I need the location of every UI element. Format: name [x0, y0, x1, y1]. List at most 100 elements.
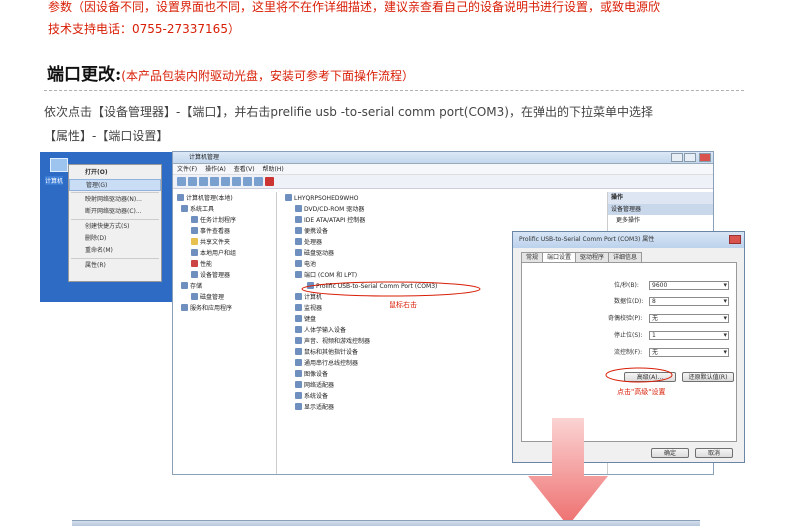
bits-per-second-select[interactable]: 9600 [649, 281, 729, 290]
action-device-manager[interactable]: 设备管理器 [608, 204, 713, 215]
disk-icon [191, 293, 198, 300]
tree-item[interactable]: 显示适配器 [295, 403, 334, 413]
monitor-icon [295, 304, 302, 311]
dialog-close-button[interactable] [729, 235, 741, 244]
ctx-separator [71, 219, 159, 220]
right-click-annotation: 鼠标右击 [389, 301, 417, 309]
tree-item[interactable]: 共享文件夹 [191, 238, 230, 248]
processor-icon [295, 238, 302, 245]
tree-item[interactable]: 便携设备 [295, 227, 328, 237]
flow-control-select[interactable]: 无 [649, 348, 729, 357]
menu-view[interactable]: 查看(V) [234, 166, 255, 173]
stop-bits-select[interactable]: 1 [649, 331, 729, 340]
maximize-button[interactable] [684, 153, 696, 162]
menu-action[interactable]: 操作(A) [205, 166, 226, 173]
tree-item[interactable]: 键盘 [295, 315, 316, 325]
data-bits-select[interactable]: 8 [649, 297, 729, 306]
console-tree: 计算机管理(本地) 系统工具 任务计划程序 事件查看器 共享文件夹 本地用户和组… [173, 192, 277, 474]
tree-item[interactable]: 性能 [191, 260, 212, 270]
tree-item[interactable]: 系统工具 [181, 205, 214, 215]
tree-item[interactable]: 处理器 [295, 238, 322, 248]
scan-hardware-icon[interactable] [243, 177, 252, 186]
computer-icon [285, 194, 292, 201]
stop-bits-label: 停止位(S): [614, 332, 643, 339]
tree-item[interactable]: 图像设备 [295, 370, 328, 380]
tree-item[interactable]: 服务和应用程序 [181, 304, 232, 314]
ctx-map-drive[interactable]: 映射网络驱动器(N)... [69, 194, 161, 206]
note-line-2: 技术支持电话：0755-27337165） [48, 22, 240, 36]
ctx-properties[interactable]: 属性(R) [69, 260, 161, 272]
tree-item[interactable]: 人体学输入设备 [295, 326, 346, 336]
tree-item[interactable]: 监视器 [295, 304, 322, 314]
ctx-create-shortcut[interactable]: 创建快捷方式(S) [69, 221, 161, 233]
port-settings-panel: 位/秒(B): 9600 数据位(D): 8 奇偶校验(P): 无 停止位(S)… [521, 262, 737, 442]
highlight-ellipse-com3 [301, 281, 481, 297]
ctx-manage[interactable]: 管理(G) [69, 179, 161, 191]
tree-item[interactable]: 设备管理器 [191, 271, 230, 281]
section-subtitle: (本产品包装内附驱动光盘，安装可参考下面操作流程） [121, 69, 414, 83]
actions-title: 操作 [608, 192, 713, 204]
tree-item[interactable]: 通用串行总线控制器 [295, 359, 358, 369]
tree-item[interactable]: 事件查看器 [191, 227, 230, 237]
tab-general[interactable]: 常规 [521, 252, 544, 262]
ctx-open[interactable]: 打开(O) [69, 167, 161, 179]
ctx-rename[interactable]: 重命名(M) [69, 245, 161, 257]
tree-item[interactable]: 鼠标和其他指针设备 [295, 348, 358, 358]
tree-item[interactable]: LHYQRPSOHED9WHO [285, 194, 358, 204]
advanced-annotation: 点击"高级"设置 [617, 388, 666, 396]
properties-icon[interactable] [221, 177, 230, 186]
next-screenshot-edge [72, 520, 700, 526]
update-driver-icon[interactable] [254, 177, 263, 186]
computer-icon-label: 计算机 [45, 176, 64, 185]
action-more[interactable]: 更多操作 [608, 215, 713, 226]
minimize-button[interactable] [671, 153, 683, 162]
display-adapter-icon [295, 403, 302, 410]
menu-file[interactable]: 文件(F) [177, 166, 197, 173]
tree-item[interactable]: 存储 [181, 282, 202, 292]
window-title: 计算机管理 [189, 154, 220, 161]
help-icon[interactable] [232, 177, 241, 186]
cancel-button[interactable]: 取消 [695, 448, 733, 458]
dialog-title: Prolific USB-to-Serial Comm Port (COM3) … [513, 232, 744, 248]
users-icon [191, 249, 198, 256]
computer-icon[interactable] [50, 158, 68, 172]
dvd-icon [295, 205, 302, 212]
ctx-delete[interactable]: 删除(D) [69, 233, 161, 245]
up-icon[interactable] [199, 177, 208, 186]
tree-item[interactable]: 本地用户和组 [191, 249, 236, 259]
tree-item[interactable]: 磁盘管理 [191, 293, 224, 303]
tree-item[interactable]: 磁盘驱动器 [295, 249, 334, 259]
ctx-disconnect-drive[interactable]: 断开网络驱动器(C)... [69, 206, 161, 218]
dialog-tabs: 常规 端口设置 驱动程序 详细信息 [521, 252, 643, 262]
tree-item[interactable]: 声音、视频和游戏控制器 [295, 337, 370, 347]
close-button[interactable] [699, 153, 711, 162]
tab-details[interactable]: 详细信息 [608, 252, 643, 262]
tree-item[interactable]: DVD/CD-ROM 驱动器 [295, 205, 364, 215]
device-manager-icon [191, 271, 198, 278]
camera-icon [295, 370, 302, 377]
tab-port-settings[interactable]: 端口设置 [542, 252, 577, 262]
tree-item[interactable]: 系统设备 [295, 392, 328, 402]
event-icon [191, 227, 198, 234]
tree-item[interactable]: 任务计划程序 [191, 216, 236, 226]
tree-item[interactable]: 电池 [295, 260, 316, 270]
tab-driver[interactable]: 驱动程序 [575, 252, 610, 262]
back-icon[interactable] [177, 177, 186, 186]
mouse-icon [295, 348, 302, 355]
restore-defaults-button[interactable]: 还原默认值(R) [682, 372, 734, 382]
instruction-line-1: 依次点击【设备管理器】-【端口】，并右击prelifie usb -to-ser… [44, 105, 653, 119]
uninstall-icon[interactable] [265, 177, 274, 186]
tree-item[interactable]: 网络适配器 [295, 381, 334, 391]
tree-item[interactable]: IDE ATA/ATAPI 控制器 [295, 216, 365, 226]
bits-per-second-label: 位/秒(B): [614, 282, 639, 289]
forward-icon[interactable] [188, 177, 197, 186]
menu-help[interactable]: 帮助(H) [263, 166, 284, 173]
tree-item[interactable]: 计算机管理(本地) [177, 194, 233, 204]
system-icon [295, 392, 302, 399]
ide-icon [295, 216, 302, 223]
ok-button[interactable]: 确定 [651, 448, 689, 458]
parity-select[interactable]: 无 [649, 314, 729, 323]
toolbar [173, 175, 713, 189]
divider [44, 90, 744, 91]
show-hide-tree-icon[interactable] [210, 177, 219, 186]
